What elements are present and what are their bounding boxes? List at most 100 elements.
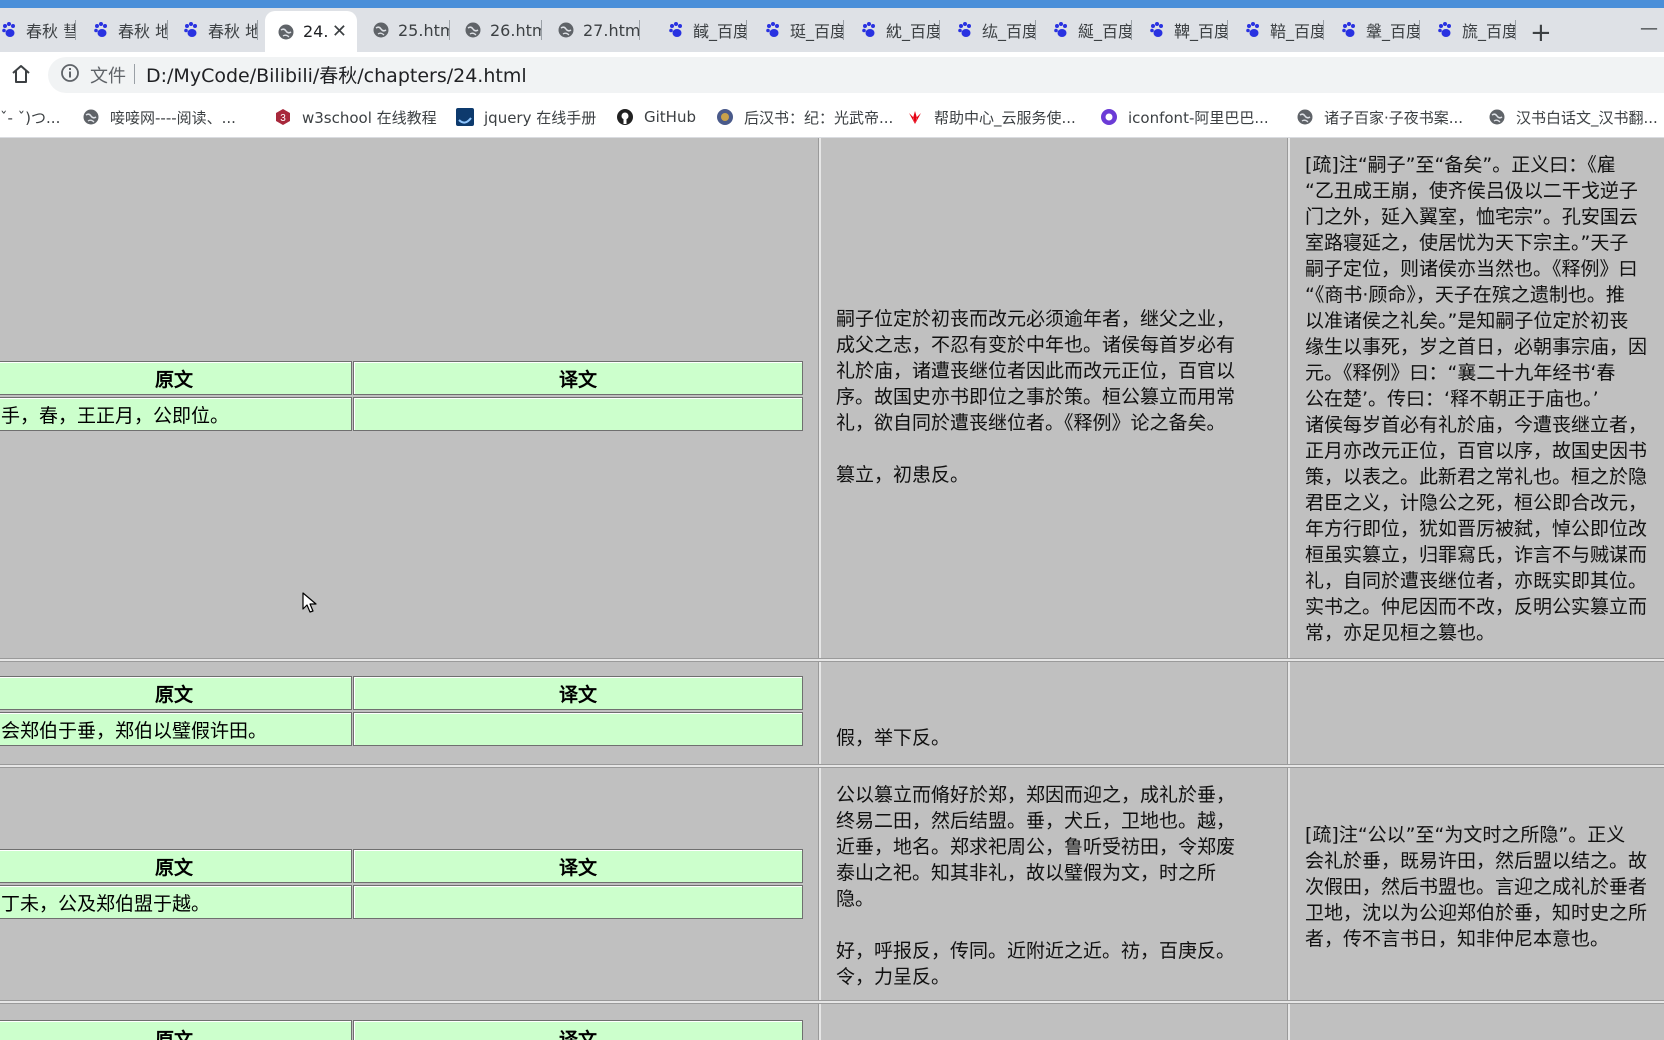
shu-line: 者，传不言书日，知非仲尼本意也。 <box>1305 928 1610 950</box>
tab-label: 纮_百度 <box>982 22 1036 41</box>
browser-tab[interactable]: 25.htm <box>360 12 450 48</box>
original-header: 原文 <box>0 361 352 395</box>
w3school-icon: 3 <box>274 108 292 126</box>
browser-tab[interactable]: 春秋 地 <box>80 12 168 48</box>
translation-header: 译文 <box>353 676 803 710</box>
tab-strip: 春秋 彗 春秋 地 春秋 地 24. ✕ 25.htm 26.htm 27.htm 馘_百度 珽_… <box>0 0 1664 52</box>
bookmark-label: ˇ- ˇ)つ... <box>0 108 61 127</box>
globe-icon <box>82 108 100 126</box>
commentary-line: 终易二田，然后结盟。垂，犬丘，卫地也。越， <box>836 810 1236 832</box>
browser-tab[interactable]: 春秋 地 <box>170 12 258 48</box>
browser-tab[interactable]: 鞛_百度 <box>1232 12 1324 48</box>
shu-line: 以准诸侯之礼矣。”是知嗣子位定於初丧 <box>1305 310 1629 332</box>
tab-separator <box>746 20 747 40</box>
globe-icon <box>557 21 575 39</box>
shu-line: 室路寝延之，使居忧为天下宗主。”天子 <box>1305 232 1629 254</box>
bookmark-item[interactable]: 诸子百家·子夜书案... <box>1296 104 1463 130</box>
bookmark-item[interactable]: 唼唼网----阅读、... <box>82 104 236 130</box>
browser-tab[interactable]: 纮_百度 <box>944 12 1036 48</box>
tab-label: 綖_百度 <box>1078 22 1132 41</box>
browser-tab[interactable]: 旒_百度 <box>1424 12 1516 48</box>
tab-separator <box>167 20 168 40</box>
bookmark-item[interactable]: 3 w3school 在线教程 <box>274 104 437 130</box>
commentary-line: 礼，欲自同於遭丧继位者。《释例》论之备矣。 <box>836 412 1226 434</box>
row-divider <box>0 764 1664 768</box>
tab-separator <box>639 20 640 40</box>
baidu-paw-icon <box>860 21 878 39</box>
shu-line: 门之外，延入翼室，恤宅宗”。孔安国云 <box>1305 206 1638 228</box>
commentary-line: 成父之志，不忍有变於中年也。诸侯每首岁必有 <box>836 334 1236 356</box>
shu-line: 正月亦改元正位，百官以序，故国史因书 <box>1305 440 1648 462</box>
row-divider <box>0 1000 1664 1004</box>
tab-label: 珽_百度 <box>790 22 844 41</box>
baidu-paw-icon <box>1436 21 1454 39</box>
shu-line: 年方行即位，犹如晋厉被弑，悼公即位改 <box>1305 518 1648 540</box>
browser-tab[interactable]: 24. ✕ <box>265 11 357 52</box>
url-text[interactable]: D:/MyCode/Bilibili/春秋/chapters/24.html <box>146 61 527 88</box>
minimize-button[interactable]: — <box>1640 18 1658 39</box>
info-icon[interactable] <box>60 63 80 83</box>
bookmark-item[interactable]: GitHub <box>616 104 696 130</box>
commentary-line: 泰山之祀。知其非礼，故以璧假为文，时之所 <box>836 862 1217 884</box>
baidu-paw-icon <box>1244 21 1262 39</box>
tab-separator <box>1419 20 1420 40</box>
bookmark-item[interactable]: ˇ- ˇ)つ... <box>0 104 60 130</box>
tab-separator <box>1227 20 1228 40</box>
globe-icon <box>372 21 390 39</box>
commentary-line: 隐。 <box>836 888 875 910</box>
tab-label: 馘_百度 <box>693 22 747 41</box>
bookmark-label: 后汉书：纪：光武帝... <box>744 108 894 127</box>
shu-line: 礼，自同於遭丧继位者，亦既实即其位。 <box>1305 570 1648 592</box>
original-header: 原文 <box>0 1020 352 1040</box>
bookmark-item[interactable]: 后汉书：纪：光武帝... <box>716 104 893 130</box>
tab-label: 26.htm <box>490 20 542 40</box>
bookmark-label: 诸子百家·子夜书案... <box>1324 108 1464 127</box>
bookmark-item[interactable]: jquery 在线手册 <box>456 104 596 130</box>
shu-line: “乙丑成王崩，使齐侯吕伋以二干戈逆子 <box>1305 180 1638 202</box>
shu-line: 元。《释例》曰：“襄二十九年经书‘春 <box>1305 362 1616 384</box>
browser-tab[interactable]: 春秋 彗 <box>0 12 76 48</box>
mouse-cursor-icon <box>302 592 317 613</box>
shu-line: 君臣之义，计隐公之死，桓公即合改元， <box>1305 492 1648 514</box>
column-divider <box>818 138 821 1040</box>
shu-block: [疏]注“公以”至“为文时之所隐”。正义 会礼於垂，既易许田，然后盟以结之。故 次假… <box>1305 822 1664 952</box>
browser-tab[interactable]: 26.htm <box>452 12 542 48</box>
browser-tab[interactable]: 馘_百度 <box>655 12 747 48</box>
baidu-paw-icon <box>956 21 974 39</box>
column-divider <box>1287 138 1290 1040</box>
tab-separator <box>939 20 940 40</box>
tab-label: 鞞_百度 <box>1174 22 1228 41</box>
translation-header: 译文 <box>353 849 803 883</box>
browser-tab[interactable]: 27.htm <box>545 12 640 48</box>
baidu-paw-icon <box>92 21 110 39</box>
browser-tab[interactable]: 紞_百度 <box>848 12 940 48</box>
bookmark-item[interactable]: 汉书白话文_汉书翻... <box>1488 104 1658 130</box>
bookmark-item[interactable]: 帮助中心_云服务使... <box>906 104 1076 130</box>
globe-icon <box>464 21 482 39</box>
browser-tab[interactable]: 鞞_百度 <box>1136 12 1228 48</box>
bookmark-item[interactable]: iconfont-阿里巴巴... <box>1100 104 1269 130</box>
commentary-line <box>836 436 1276 462</box>
close-tab-icon[interactable]: ✕ <box>332 21 347 42</box>
shu-line: 缘生以事死，岁之首日，必朝事宗庙，因 <box>1305 336 1648 358</box>
tab-label: 春秋 地 <box>118 22 168 41</box>
commentary-block: 假，举下反。 <box>836 725 1276 751</box>
new-tab-button[interactable]: + <box>1530 20 1552 46</box>
bookmark-label: 帮助中心_云服务使... <box>934 108 1076 127</box>
translation-text <box>353 885 803 919</box>
shu-block: [疏]注“嗣子”至“备矣”。正义曰：《雇 “乙丑成王崩，使齐侯吕伋以二干戈逆子 门之… <box>1305 152 1664 646</box>
jquery-icon <box>456 108 474 126</box>
bookmark-label: GitHub <box>644 108 696 126</box>
commentary-block: 嗣子位定於初丧而改元必须逾年者，继父之业， 成父之志，不忍有变於中年也。诸侯每首岁… <box>836 306 1276 488</box>
home-icon[interactable] <box>10 63 32 85</box>
shu-line: 策，以表之。此新君之常礼也。桓之於隐 <box>1305 466 1648 488</box>
tab-separator <box>1515 20 1516 40</box>
tab-label: 旒_百度 <box>1462 22 1516 41</box>
commentary-block: 公以篡立而脩好於郑，郑因而迎之，成礼於垂， 终易二田，然后结盟。垂，犬丘，卫地也。… <box>836 782 1276 990</box>
browser-tab[interactable]: 珽_百度 <box>752 12 844 48</box>
original-header: 原文 <box>0 676 352 710</box>
browser-tab[interactable]: 鞶_百度 <box>1328 12 1420 48</box>
browser-tab[interactable]: 綖_百度 <box>1040 12 1132 48</box>
tab-separator <box>843 20 844 40</box>
shu-line: 公在楚’。传曰：‘释不朝正于庙也。’ <box>1305 388 1599 410</box>
